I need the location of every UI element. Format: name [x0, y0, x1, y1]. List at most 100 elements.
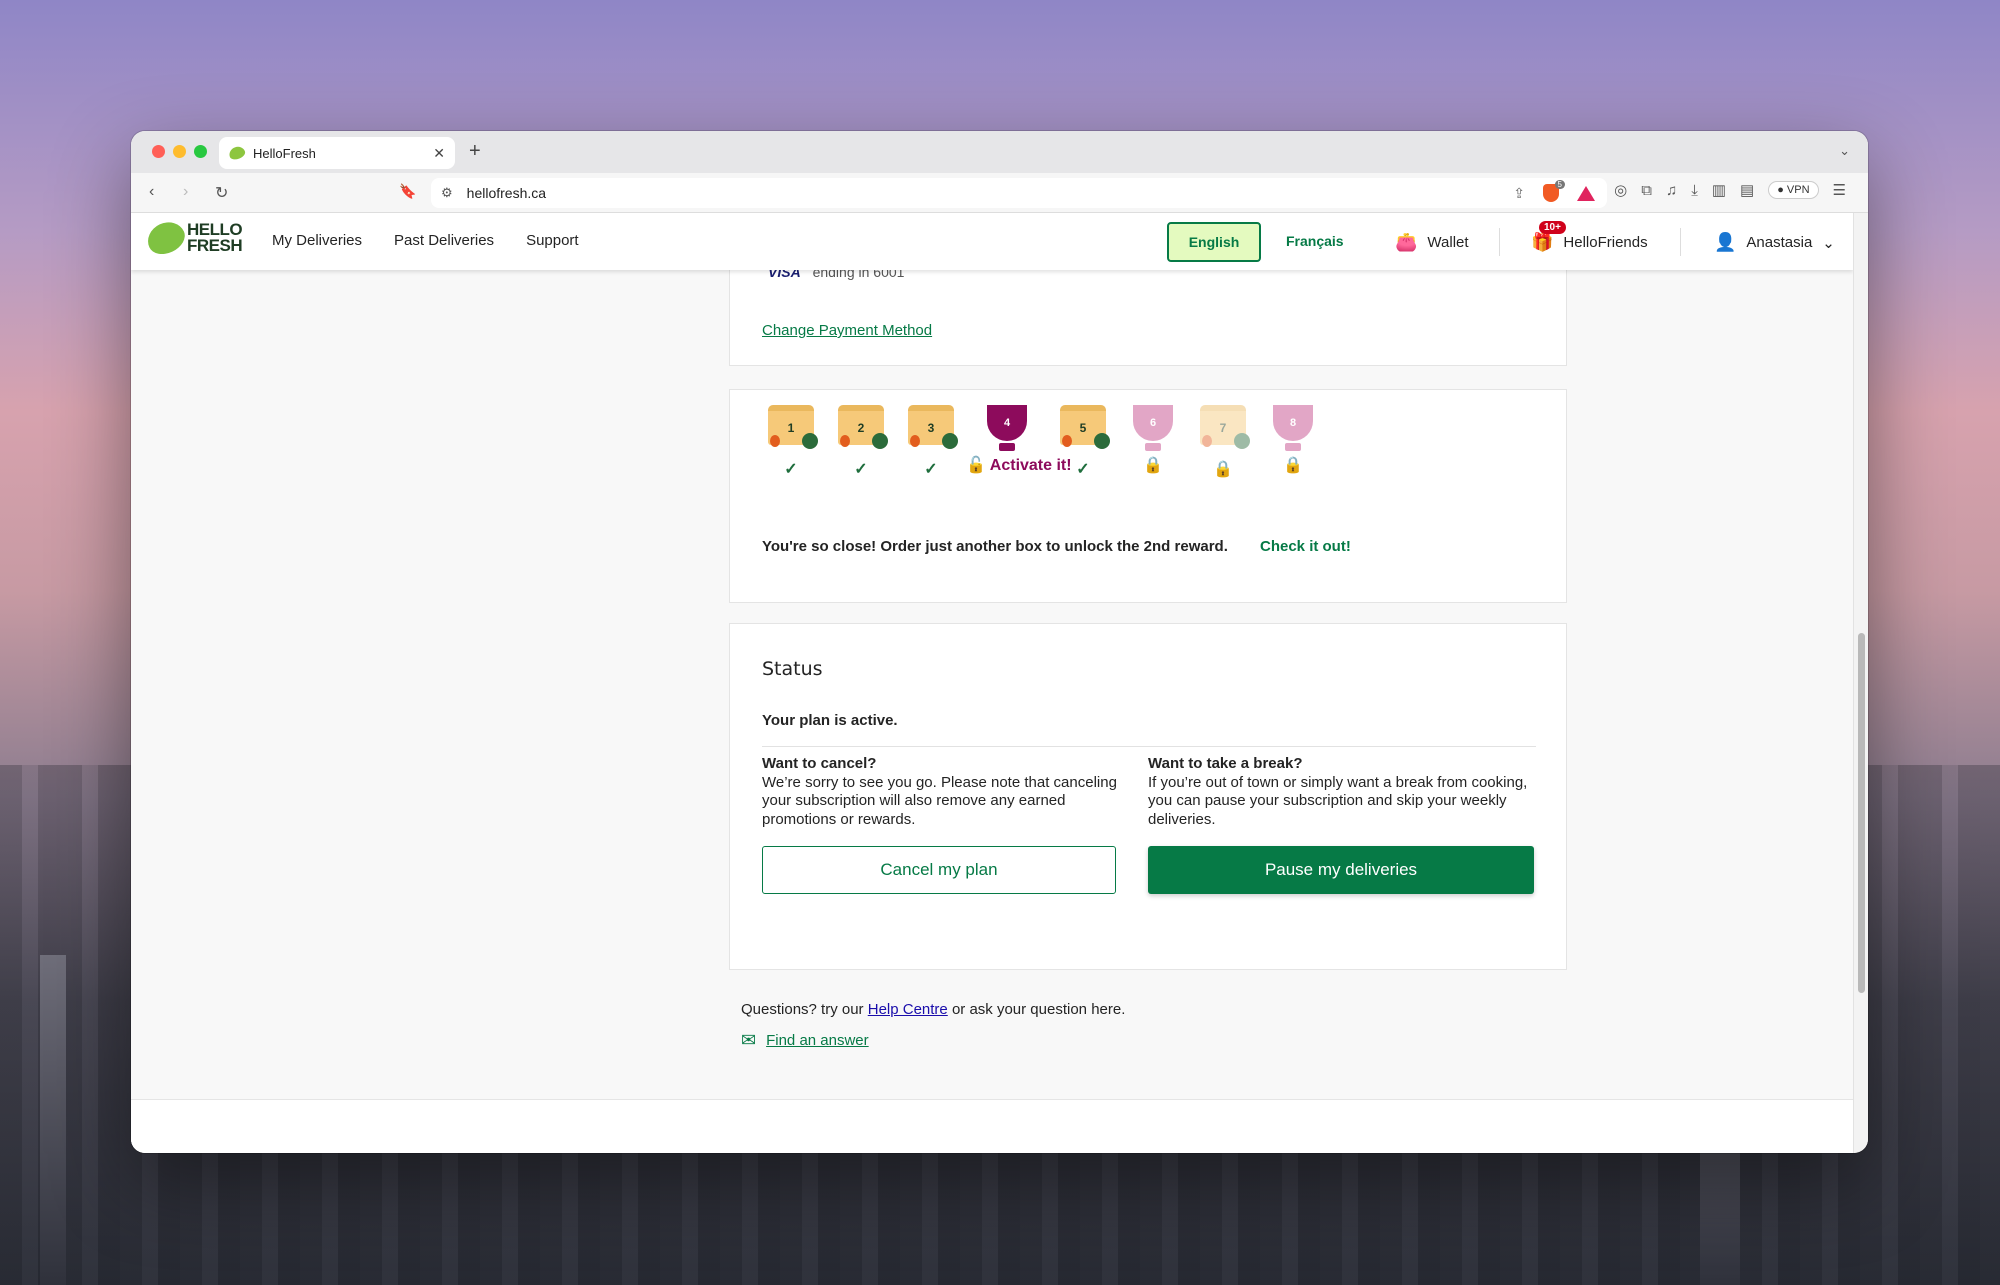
- reward-number: 3: [927, 421, 935, 435]
- reload-icon[interactable]: ↻: [215, 183, 228, 203]
- sidebar-icon[interactable]: ▥: [1712, 181, 1726, 199]
- window-controls: [152, 145, 207, 158]
- reward-item[interactable]: 2 ✓: [826, 400, 896, 479]
- tab-title: HelloFresh: [253, 145, 316, 161]
- page-scrollbar[interactable]: [1853, 213, 1868, 1153]
- back-icon[interactable]: ‹: [149, 183, 154, 201]
- chevron-down-icon: ⌄: [1822, 234, 1835, 252]
- check-it-out-link[interactable]: Check it out!: [1260, 538, 1351, 555]
- reward-box-icon: 5: [1060, 405, 1110, 449]
- nav-past-deliveries[interactable]: Past Deliveries: [394, 232, 494, 249]
- change-payment-link[interactable]: Change Payment Method: [762, 322, 932, 339]
- help-text: Questions? try our Help Centre or ask yo…: [741, 1001, 1125, 1020]
- toolbar-right: ◎ ⧉ ♫ ⤓ ▥ ▤ ● VPN ☰: [1614, 181, 1846, 199]
- logo-leaf-icon: [142, 216, 190, 260]
- find-answer-link[interactable]: Find an answer: [766, 1032, 869, 1049]
- new-tab-icon[interactable]: +: [469, 140, 481, 163]
- page-content: HELLO FRESH My Deliveries Past Deliveries…: [131, 213, 1853, 1153]
- reward-number: 4: [1003, 417, 1011, 429]
- help-text-after: or ask your question here.: [947, 1001, 1126, 1018]
- wallet-label: Wallet: [1427, 234, 1469, 251]
- reward-item[interactable]: 3 ✓: [896, 400, 966, 479]
- scrollbar-thumb[interactable]: [1858, 633, 1865, 993]
- nav-my-deliveries[interactable]: My Deliveries: [272, 232, 362, 249]
- help-text-before: Questions? try our: [741, 1001, 868, 1018]
- activate-reward-button[interactable]: 🔓 Activate it!: [966, 455, 1072, 475]
- leo-ai-icon[interactable]: ◎: [1614, 181, 1627, 199]
- site-settings-icon[interactable]: ⚙: [441, 185, 453, 201]
- nav-support[interactable]: Support: [526, 232, 579, 249]
- lock-icon: 🔒: [1213, 461, 1233, 478]
- check-icon: ✓: [784, 461, 798, 478]
- gift-icon: 🎁: [1531, 232, 1554, 252]
- downloads-icon[interactable]: ⤓: [1691, 182, 1698, 199]
- reward-box-icon: 1: [768, 405, 818, 449]
- minimize-window-button[interactable]: [173, 145, 186, 158]
- close-tab-icon[interactable]: ✕: [433, 145, 445, 162]
- status-divider: [762, 746, 1536, 747]
- language-english-button[interactable]: English: [1167, 222, 1261, 262]
- tab-list-chevron-icon[interactable]: ⌄: [1839, 143, 1850, 159]
- locked-box-icon: 7: [1200, 405, 1250, 449]
- media-icon[interactable]: ♫: [1666, 182, 1677, 199]
- logo-line2: FRESH: [187, 236, 243, 255]
- user-icon: 👤: [1714, 232, 1737, 252]
- maximize-window-button[interactable]: [194, 145, 207, 158]
- break-body: If you’re out of town or simply want a b…: [1148, 773, 1528, 828]
- user-name: Anastasia: [1746, 234, 1813, 251]
- check-icon: ✓: [854, 461, 868, 478]
- status-title: Status: [762, 658, 823, 680]
- lock-icon: 🔒: [1143, 457, 1163, 474]
- wallet-link[interactable]: 👛 Wallet: [1395, 232, 1469, 253]
- trophy-icon: 4: [987, 405, 1027, 451]
- rewards-card: 1 ✓ 2 ✓ 3 ✓ 4 🔓 Activate it! 5 ✓ 6 🔒 7 🔒…: [729, 389, 1567, 603]
- reward-item[interactable]: 7 🔒: [1188, 400, 1258, 479]
- close-window-button[interactable]: [152, 145, 165, 158]
- menu-icon[interactable]: ☰: [1833, 181, 1846, 199]
- rewards-message: You're so close! Order just another box …: [762, 538, 1228, 555]
- reward-item[interactable]: 8 🔒: [1258, 400, 1328, 479]
- browser-toolbar: ‹ › ↻ 🔖 ⚙ hellofresh.ca ⇪ 5 ◎ ⧉ ♫ ⤓ ▥ ▤ …: [131, 173, 1868, 213]
- brave-rewards-icon[interactable]: [1577, 185, 1595, 201]
- cancel-heading: Want to cancel?: [762, 755, 877, 772]
- hellofresh-favicon-icon: [227, 144, 247, 162]
- reward-number: 6: [1149, 417, 1157, 429]
- wallet-toolbar-icon[interactable]: ▤: [1740, 181, 1754, 199]
- vpn-button[interactable]: ● VPN: [1768, 181, 1819, 199]
- cancel-section: Want to cancel? We’re sorry to see you g…: [762, 755, 1118, 829]
- reward-item[interactable]: 6 🔒: [1118, 400, 1188, 479]
- help-centre-link[interactable]: Help Centre: [868, 1001, 948, 1018]
- reward-number: 5: [1079, 421, 1087, 435]
- browser-tab[interactable]: HelloFresh ✕: [219, 137, 455, 169]
- bookmark-icon[interactable]: 🔖: [399, 183, 416, 200]
- shields-count: 5: [1554, 180, 1565, 189]
- hellofresh-logo[interactable]: HELLO FRESH: [142, 216, 243, 260]
- reward-number: 1: [787, 421, 795, 435]
- wallpaper-tower: [40, 955, 66, 1285]
- language-french-button[interactable]: Français: [1286, 233, 1344, 249]
- pause-deliveries-button[interactable]: Pause my deliveries: [1148, 846, 1534, 894]
- vpn-label: VPN: [1786, 184, 1810, 196]
- cancel-plan-button[interactable]: Cancel my plan: [762, 846, 1116, 894]
- url-text: hellofresh.ca: [466, 185, 547, 201]
- reward-item[interactable]: 4 🔓 Activate it!: [966, 400, 1072, 479]
- reward-item[interactable]: 5 ✓: [1048, 400, 1118, 479]
- reward-number: 7: [1219, 421, 1227, 435]
- hellofriends-link[interactable]: 🎁 HelloFriends: [1531, 232, 1648, 253]
- brave-shields-icon[interactable]: 5: [1543, 180, 1565, 202]
- reward-item[interactable]: 1 ✓: [756, 400, 826, 479]
- logo-wordmark: HELLO FRESH: [187, 221, 243, 255]
- site-header: HELLO FRESH My Deliveries Past Deliveries…: [131, 213, 1853, 270]
- check-icon: ✓: [1076, 461, 1090, 478]
- forward-icon[interactable]: ›: [183, 183, 188, 201]
- locked-trophy-icon: 6: [1133, 405, 1173, 451]
- reward-number: 2: [857, 421, 865, 435]
- user-menu[interactable]: 👤 Anastasia ⌄: [1714, 232, 1835, 253]
- main-nav: My Deliveries Past Deliveries Support: [272, 232, 579, 249]
- reward-number: 8: [1289, 417, 1297, 429]
- tab-bar: HelloFresh ✕ + ⌄: [131, 131, 1868, 173]
- hellofriends-badge: 10+: [1539, 221, 1566, 234]
- address-bar[interactable]: ⚙ hellofresh.ca ⇪ 5: [431, 178, 1607, 208]
- share-icon[interactable]: ⇪: [1513, 185, 1525, 202]
- extensions-icon[interactable]: ⧉: [1641, 182, 1652, 199]
